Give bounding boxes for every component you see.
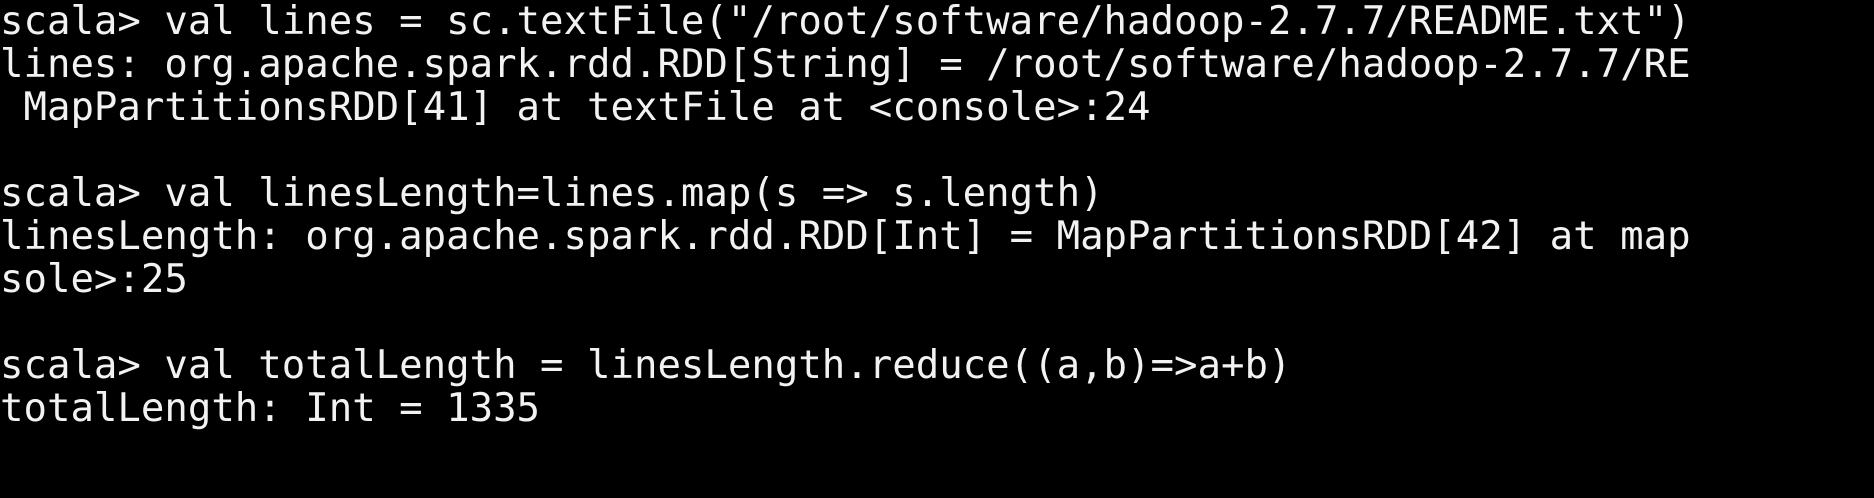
- terminal-line-command-reduce: scala> val totalLength = linesLength.red…: [0, 344, 1292, 387]
- terminal-line-output-lineslength: linesLength: org.apache.spark.rdd.RDD[In…: [0, 215, 1691, 258]
- terminal-line-output-lines: lines: org.apache.spark.rdd.RDD[String] …: [0, 43, 1691, 86]
- terminal-line-command-map: scala> val linesLength=lines.map(s => s.…: [0, 172, 1104, 215]
- terminal-window[interactable]: scala> val lines = sc.textFile("/root/so…: [0, 0, 1874, 498]
- terminal-line-output-mappartitions-41: MapPartitionsRDD[41] at textFile at <con…: [0, 86, 1151, 129]
- terminal-line-output-totallength: totalLength: Int = 1335: [0, 387, 541, 430]
- terminal-line-output-console-25: sole>:25: [0, 258, 188, 301]
- terminal-line-command-textfile: scala> val lines = sc.textFile("/root/so…: [0, 0, 1691, 43]
